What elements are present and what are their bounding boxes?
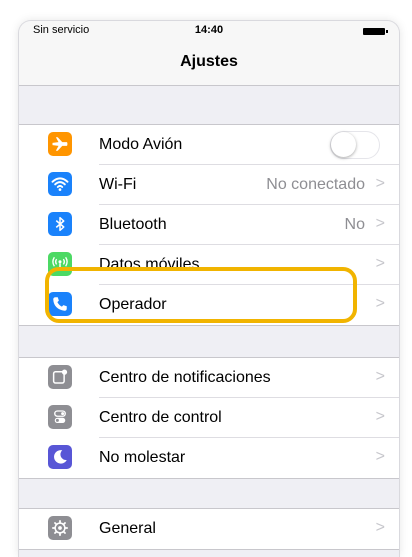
- page-title: Ajustes: [180, 53, 238, 70]
- airplane-mode-toggle[interactable]: [330, 131, 380, 159]
- row-control-center[interactable]: Centro de control >: [19, 398, 399, 438]
- row-do-not-disturb[interactable]: No molestar >: [19, 438, 399, 478]
- row-label: Operador: [99, 296, 167, 313]
- battery-icon: [363, 28, 388, 35]
- row-notification-center[interactable]: Centro de notificaciones >: [19, 358, 399, 398]
- toggle-knob: [331, 132, 356, 157]
- clock: 14:40: [194, 24, 224, 36]
- wifi-icon: [48, 172, 72, 196]
- row-general[interactable]: General >: [19, 509, 399, 549]
- chevron-right-icon: >: [375, 408, 385, 425]
- row-label: Centro de control: [99, 409, 222, 426]
- row-carrier[interactable]: Operador >: [19, 285, 399, 325]
- row-label: No molestar: [99, 449, 186, 466]
- phone-icon: [48, 292, 72, 316]
- notifications-icon: [48, 365, 72, 389]
- moon-icon: [48, 445, 72, 469]
- connectivity-group: Modo Avión Wi-Fi No conectado > Bluetoot…: [19, 124, 399, 326]
- status-bar: Sin servicio 14:40: [19, 21, 399, 41]
- cellular-icon: [48, 252, 72, 276]
- row-label: Bluetooth: [99, 216, 167, 233]
- row-label: Datos móviles: [99, 256, 200, 273]
- row-airplane-mode[interactable]: Modo Avión: [19, 125, 399, 165]
- system-group: Centro de notificaciones > Centro de con…: [19, 357, 399, 479]
- chevron-right-icon: >: [375, 175, 385, 192]
- row-label: Modo Avión: [99, 136, 183, 153]
- bluetooth-status: No: [344, 216, 365, 233]
- navigation-bar: Ajustes: [19, 41, 399, 86]
- gear-icon: [48, 516, 72, 540]
- row-label: General: [99, 520, 156, 537]
- row-bluetooth[interactable]: Bluetooth No >: [19, 205, 399, 245]
- settings-screen: Sin servicio 14:40 Ajustes Modo Avión Wi…: [19, 21, 399, 557]
- bluetooth-icon: [48, 212, 72, 236]
- wifi-status: No conectado: [266, 176, 365, 193]
- row-label: Centro de notificaciones: [99, 369, 271, 386]
- airplane-icon: [48, 132, 72, 156]
- chevron-right-icon: >: [375, 368, 385, 385]
- chevron-right-icon: >: [375, 255, 385, 272]
- general-group: General >: [19, 508, 399, 550]
- chevron-right-icon: >: [375, 519, 385, 536]
- row-cellular-data[interactable]: Datos móviles >: [19, 245, 399, 285]
- row-wifi[interactable]: Wi-Fi No conectado >: [19, 165, 399, 205]
- control-center-icon: [48, 405, 72, 429]
- row-label: Wi-Fi: [99, 176, 137, 193]
- chevron-right-icon: >: [375, 215, 385, 232]
- chevron-right-icon: >: [375, 448, 385, 465]
- chevron-right-icon: >: [375, 295, 385, 312]
